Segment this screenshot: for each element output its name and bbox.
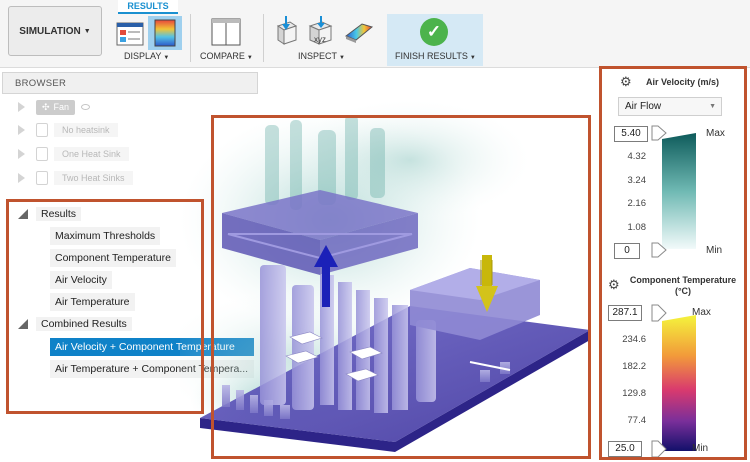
study-fan[interactable]: ✣ Fan [18, 98, 91, 116]
chevron-down-icon: ▼ [339, 55, 345, 61]
study-no-heatsink[interactable]: No heatsink [18, 121, 118, 139]
display-settings-icon[interactable] [116, 22, 144, 46]
expand-arrow-icon[interactable] [18, 102, 25, 112]
simulation-workspace-button[interactable]: SIMULATION ▼ [8, 6, 102, 56]
legend-toggle-button[interactable] [148, 16, 182, 50]
simulation-label: SIMULATION [19, 25, 81, 37]
toolbar-divider [190, 14, 191, 62]
finish-results-label: FINISH RESULTS [395, 51, 468, 61]
legend-colorbar-icon [154, 19, 176, 47]
surface-probe-icon[interactable] [274, 16, 300, 46]
study-two-heat-sinks[interactable]: Two Heat Sinks [18, 169, 133, 187]
fan-study-label: ✣ Fan [36, 99, 76, 115]
study-label: No heatsink [54, 123, 118, 137]
chevron-down-icon: ▼ [83, 27, 91, 35]
compare-split-icon[interactable] [211, 18, 241, 46]
tab-results[interactable]: RESULTS [118, 0, 178, 14]
compare-menu[interactable]: COMPARE ▼ [200, 51, 253, 61]
xyz-text: xyz [314, 35, 326, 44]
legend-highlight-frame [599, 66, 747, 460]
browser-highlight-frame [6, 199, 204, 414]
inspect-label: INSPECT [298, 51, 338, 61]
study-label: Two Heat Sinks [54, 171, 133, 185]
fan-icon: ✣ [42, 101, 50, 112]
study-one-heat-sink[interactable]: One Heat Sink [18, 145, 129, 163]
display-menu[interactable]: DISPLAY ▼ [124, 51, 169, 61]
chevron-down-icon: ▼ [246, 55, 253, 61]
chevron-down-icon: ▼ [469, 55, 476, 61]
cutting-plane-icon[interactable] [342, 18, 374, 44]
document-icon [36, 147, 48, 161]
finish-results-menu[interactable]: FINISH RESULTS ▼ [395, 51, 476, 61]
inspect-menu[interactable]: INSPECT ▼ [298, 51, 345, 61]
toolbar: SIMULATION ▼ RESULTS DISPLAY ▼ COMPARE ▼… [0, 0, 750, 68]
check-icon: ✓ [420, 18, 448, 46]
browser-header[interactable]: BROWSER [2, 72, 258, 94]
study-label: Fan [53, 102, 70, 112]
expand-arrow-icon[interactable] [18, 149, 25, 159]
document-icon [36, 171, 48, 185]
point-probe-xyz-icon[interactable]: xyz [307, 16, 335, 46]
viewport-highlight-frame [211, 115, 591, 459]
finish-results-button[interactable]: ✓ FINISH RESULTS ▼ [387, 14, 483, 66]
study-label: One Heat Sink [54, 147, 129, 161]
compare-label: COMPARE [200, 51, 245, 61]
display-label: DISPLAY [124, 51, 162, 61]
expand-arrow-icon[interactable] [18, 125, 25, 135]
visibility-eye-icon[interactable] [81, 104, 91, 110]
document-icon [36, 123, 48, 137]
toolbar-divider [263, 14, 264, 62]
expand-arrow-icon[interactable] [18, 173, 25, 183]
chevron-down-icon: ▼ [163, 55, 170, 61]
